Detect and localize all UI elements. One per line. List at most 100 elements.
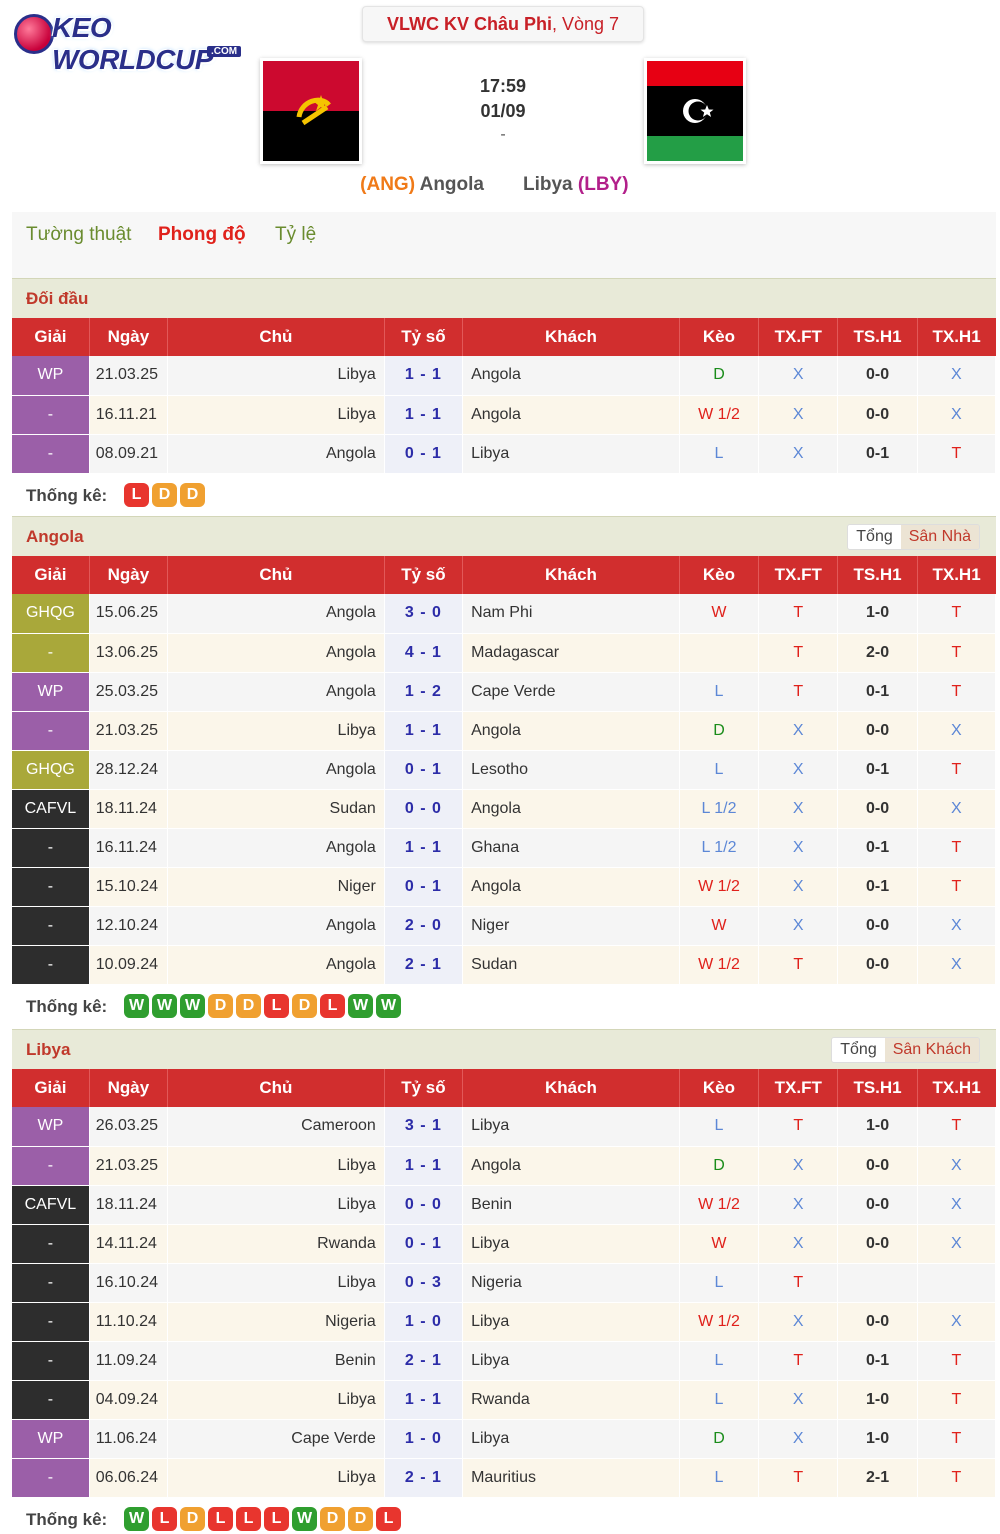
away-team-cell[interactable]: Sudan xyxy=(462,945,680,985)
away-team-cell[interactable]: Nam Phi xyxy=(462,594,680,634)
table-row[interactable]: WP 25.03.25 Angola 1 - 2 Cape Verde L T 0-1 T xyxy=(12,672,997,712)
away-team-cell[interactable]: Cape Verde xyxy=(462,672,680,712)
away-team-cell[interactable]: Ghana xyxy=(462,828,680,868)
competition-cell[interactable]: WP xyxy=(12,1419,90,1459)
home-team-cell[interactable]: Angola xyxy=(167,633,385,673)
table-row[interactable]: GHQG 28.12.24 Angola 0 - 1 Lesotho L X 0-1 T xyxy=(12,750,997,790)
away-team-cell[interactable]: Nigeria xyxy=(462,1263,680,1303)
table-row[interactable]: -16.10.24 Libya 0 - 3 Nigeria L T xyxy=(12,1263,997,1303)
home-team-cell[interactable]: Angola xyxy=(167,594,385,634)
toggle-all-button[interactable]: Tổng xyxy=(848,525,901,549)
score-cell[interactable]: 1 - 1 xyxy=(384,395,464,435)
away-team-cell[interactable]: Angola xyxy=(462,356,680,396)
home-team-cell[interactable]: Libya xyxy=(167,1458,385,1498)
toggle-all-button[interactable]: Tổng xyxy=(832,1038,885,1062)
competition-cell[interactable]: - xyxy=(12,867,90,907)
tab-narrative[interactable]: Tường thuật xyxy=(26,224,131,246)
home-team-cell[interactable]: Libya xyxy=(167,1185,385,1225)
home-team-cell[interactable]: Libya xyxy=(167,356,385,396)
table-row[interactable]: -15.10.24 Niger 0 - 1 Angola W 1/2 X 0-1 T xyxy=(12,867,997,907)
away-team-cell[interactable]: Mauritius xyxy=(462,1458,680,1498)
score-cell[interactable]: 1 - 1 xyxy=(384,711,464,751)
home-team-cell[interactable]: Benin xyxy=(167,1341,385,1381)
score-cell[interactable]: 4 - 1 xyxy=(384,633,464,673)
home-team-cell[interactable]: Sudan xyxy=(167,789,385,829)
home-team-cell[interactable]: Angola xyxy=(167,828,385,868)
away-team[interactable]: Libya (LBY) xyxy=(523,174,757,196)
site-logo[interactable]: KEO WORLDCUP .COM xyxy=(12,8,262,75)
competition-cell[interactable]: - xyxy=(12,828,90,868)
home-team-cell[interactable]: Libya xyxy=(167,395,385,435)
table-row[interactable]: WP 21.03.25 Libya 1 - 1 Angola D X 0-0 X xyxy=(12,356,997,396)
score-cell[interactable]: 1 - 1 xyxy=(384,1380,464,1420)
away-team-cell[interactable]: Benin xyxy=(462,1185,680,1225)
competition-cell[interactable]: - xyxy=(12,1302,90,1342)
score-cell[interactable]: 2 - 1 xyxy=(384,945,464,985)
home-team-cell[interactable]: Rwanda xyxy=(167,1224,385,1264)
away-team-cell[interactable]: Angola xyxy=(462,867,680,907)
score-cell[interactable]: 2 - 0 xyxy=(384,906,464,946)
away-team-cell[interactable]: Lesotho xyxy=(462,750,680,790)
home-team-cell[interactable]: Angola xyxy=(167,906,385,946)
competition-cell[interactable]: - xyxy=(12,1458,90,1498)
score-cell[interactable]: 0 - 0 xyxy=(384,1185,464,1225)
competition-cell[interactable]: - xyxy=(12,945,90,985)
competition-cell[interactable]: - xyxy=(12,1224,90,1264)
competition-cell[interactable]: CAFVL xyxy=(12,789,90,829)
competition-cell[interactable]: GHQG xyxy=(12,750,90,790)
toggle-venue-button[interactable]: Sân Khách xyxy=(884,1038,979,1062)
table-row[interactable]: WP 26.03.25 Cameroon 3 - 1 Libya L T 1-0 T xyxy=(12,1107,997,1147)
score-cell[interactable]: 1 - 1 xyxy=(384,1146,464,1186)
away-team-cell[interactable]: Libya xyxy=(462,1224,680,1264)
table-row[interactable]: -04.09.24 Libya 1 - 1 Rwanda L X 1-0 T xyxy=(12,1380,997,1420)
table-row[interactable]: CAFVL 18.11.24 Libya 0 - 0 Benin W 1/2 X 0-0 X xyxy=(12,1185,997,1225)
competition-cell[interactable]: - xyxy=(12,1341,90,1381)
score-cell[interactable]: 2 - 1 xyxy=(384,1458,464,1498)
table-row[interactable]: -21.03.25 Libya 1 - 1 Angola D X 0-0 X xyxy=(12,711,997,751)
home-team-cell[interactable]: Libya xyxy=(167,711,385,751)
home-team-cell[interactable]: Cape Verde xyxy=(167,1419,385,1459)
home-team-cell[interactable]: Libya xyxy=(167,1263,385,1303)
score-cell[interactable]: 1 - 0 xyxy=(384,1419,464,1459)
home-team-cell[interactable]: Cameroon xyxy=(167,1107,385,1147)
competition-cell[interactable]: - xyxy=(12,711,90,751)
home-team-cell[interactable]: Angola xyxy=(167,750,385,790)
competition-cell[interactable]: GHQG xyxy=(12,594,90,634)
table-row[interactable]: -13.06.25 Angola 4 - 1 Madagascar T 2-0 T xyxy=(12,633,997,673)
competition-cell[interactable]: WP xyxy=(12,356,90,396)
away-team-cell[interactable]: Libya xyxy=(462,1302,680,1342)
table-row[interactable]: -11.10.24 Nigeria 1 - 0 Libya W 1/2 X 0-0 X xyxy=(12,1302,997,1342)
table-row[interactable]: GHQG 15.06.25 Angola 3 - 0 Nam Phi W T 1-0 T xyxy=(12,594,997,634)
away-team-cell[interactable]: Madagascar xyxy=(462,633,680,673)
score-cell[interactable]: 0 - 1 xyxy=(384,867,464,907)
table-row[interactable]: -21.03.25 Libya 1 - 1 Angola D X 0-0 X xyxy=(12,1146,997,1186)
competition-cell[interactable]: - xyxy=(12,434,90,474)
competition-cell[interactable]: WP xyxy=(12,672,90,712)
score-cell[interactable]: 1 - 1 xyxy=(384,828,464,868)
table-row[interactable]: -06.06.24 Libya 2 - 1 Mauritius L T 2-1 T xyxy=(12,1458,997,1498)
tab-form[interactable]: Phong độ xyxy=(158,224,246,246)
score-cell[interactable]: 0 - 1 xyxy=(384,434,464,474)
competition-cell[interactable]: - xyxy=(12,1263,90,1303)
score-cell[interactable]: 1 - 0 xyxy=(384,1302,464,1342)
score-cell[interactable]: 1 - 1 xyxy=(384,356,464,396)
competition-cell[interactable]: CAFVL xyxy=(12,1185,90,1225)
score-cell[interactable]: 1 - 2 xyxy=(384,672,464,712)
score-cell[interactable]: 3 - 0 xyxy=(384,594,464,634)
home-team-cell[interactable]: Angola xyxy=(167,434,385,474)
away-team-cell[interactable]: Libya xyxy=(462,1107,680,1147)
toggle-venue-button[interactable]: Sân Nhà xyxy=(900,525,979,549)
home-team-cell[interactable]: Angola xyxy=(167,945,385,985)
competition-cell[interactable]: - xyxy=(12,633,90,673)
away-team-cell[interactable]: Angola xyxy=(462,395,680,435)
score-cell[interactable]: 0 - 1 xyxy=(384,750,464,790)
away-team-cell[interactable]: Libya xyxy=(462,1341,680,1381)
away-team-cell[interactable]: Rwanda xyxy=(462,1380,680,1420)
home-team-cell[interactable]: Libya xyxy=(167,1146,385,1186)
home-team-cell[interactable]: Niger xyxy=(167,867,385,907)
score-cell[interactable]: 0 - 0 xyxy=(384,789,464,829)
away-team-cell[interactable]: Angola xyxy=(462,1146,680,1186)
competition-cell[interactable]: - xyxy=(12,1380,90,1420)
table-row[interactable]: CAFVL 18.11.24 Sudan 0 - 0 Angola L 1/2 X 0-0 X xyxy=(12,789,997,829)
score-cell[interactable]: 0 - 3 xyxy=(384,1263,464,1303)
